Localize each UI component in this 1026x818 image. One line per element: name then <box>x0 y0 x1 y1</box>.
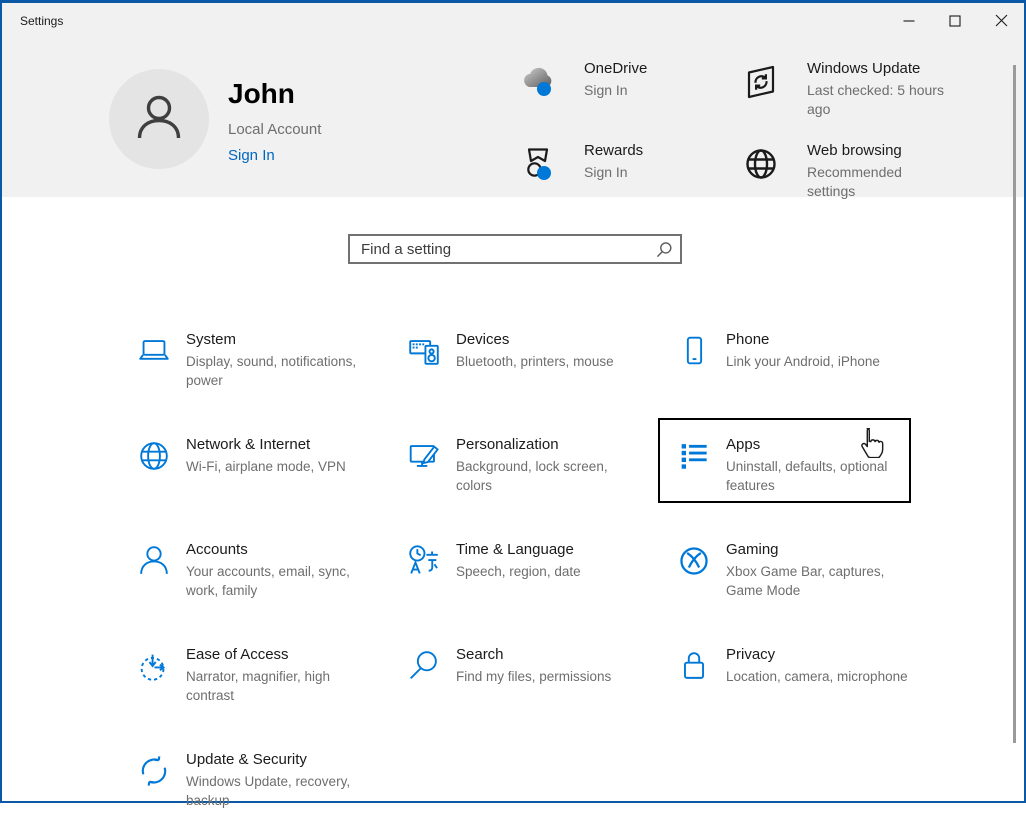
ease-of-access-icon <box>135 647 173 685</box>
header: Settings <box>2 3 1024 197</box>
category-tile-devices[interactable]: Devices Bluetooth, printers, mouse <box>388 313 641 398</box>
category-tile-time-language[interactable]: Time & Language Speech, region, date <box>388 523 641 608</box>
quick-item-windows-update[interactable]: Windows Update Last checked: 5 hours ago <box>739 58 1019 119</box>
category-tile-network-internet[interactable]: Network & Internet Wi-Fi, airplane mode,… <box>118 418 371 503</box>
maximize-button[interactable] <box>932 3 978 41</box>
window-controls <box>886 3 1024 41</box>
devices-icon <box>405 332 443 370</box>
category-tile-gaming[interactable]: Gaming Xbox Game Bar, captures, Game Mod… <box>658 523 911 608</box>
onedrive-cloud-icon <box>516 60 560 104</box>
category-tile-system[interactable]: System Display, sound, notifications, po… <box>118 313 371 398</box>
time-language-icon <box>405 542 443 580</box>
phone-icon <box>675 332 713 370</box>
vertical-scrollbar[interactable] <box>1013 65 1016 743</box>
category-tile-ease-of-access[interactable]: Ease of Access Narrator, magnifier, high… <box>118 628 371 713</box>
close-icon <box>995 14 1008 30</box>
user-name: John <box>228 79 321 110</box>
user-info: John Local Account Sign In <box>228 79 321 164</box>
person-icon <box>135 542 173 580</box>
category-tile-update-security[interactable]: Update & Security Windows Update, recove… <box>118 733 371 818</box>
sync-icon <box>135 752 173 790</box>
web-globe-icon <box>739 142 783 186</box>
maximize-icon <box>949 15 961 30</box>
settings-window: Settings <box>0 0 1026 803</box>
category-tile-personalization[interactable]: Personalization Background, lock screen,… <box>388 418 641 503</box>
search-input[interactable] <box>348 234 682 264</box>
avatar <box>109 69 209 169</box>
magnifier-icon <box>405 647 443 685</box>
category-tile-accounts[interactable]: Accounts Your accounts, email, sync, wor… <box>118 523 371 608</box>
header-quick-items: OneDrive Sign In Windows Update Last che… <box>516 58 1019 201</box>
category-tile-phone[interactable]: Phone Link your Android, iPhone <box>658 313 911 398</box>
windows-update-icon <box>739 60 783 104</box>
personalization-icon <box>405 437 443 475</box>
person-icon <box>130 88 188 151</box>
account-type-label: Local Account <box>228 121 321 138</box>
quick-item-rewards[interactable]: Rewards Sign In <box>516 140 739 201</box>
window-title: Settings <box>20 14 63 28</box>
category-tile-privacy[interactable]: Privacy Location, camera, microphone <box>658 628 911 713</box>
globe-icon <box>135 437 173 475</box>
titlebar: Settings <box>2 3 1024 41</box>
xbox-icon <box>675 542 713 580</box>
apps-list-icon <box>675 437 713 475</box>
category-tile-search[interactable]: Search Find my files, permissions <box>388 628 641 713</box>
settings-category-grid: System Display, sound, notifications, po… <box>118 313 911 818</box>
lock-icon <box>675 647 713 685</box>
quick-item-onedrive[interactable]: OneDrive Sign In <box>516 58 739 119</box>
quick-item-web-browsing[interactable]: Web browsing Recommended settings <box>739 140 1019 201</box>
minimize-icon <box>903 15 915 30</box>
laptop-icon <box>135 332 173 370</box>
minimize-button[interactable] <box>886 3 932 41</box>
close-button[interactable] <box>978 3 1024 41</box>
rewards-icon <box>516 142 560 186</box>
category-tile-apps[interactable]: Apps Uninstall, defaults, optional featu… <box>658 418 911 503</box>
search-box <box>348 234 682 264</box>
sign-in-link[interactable]: Sign In <box>228 147 321 164</box>
